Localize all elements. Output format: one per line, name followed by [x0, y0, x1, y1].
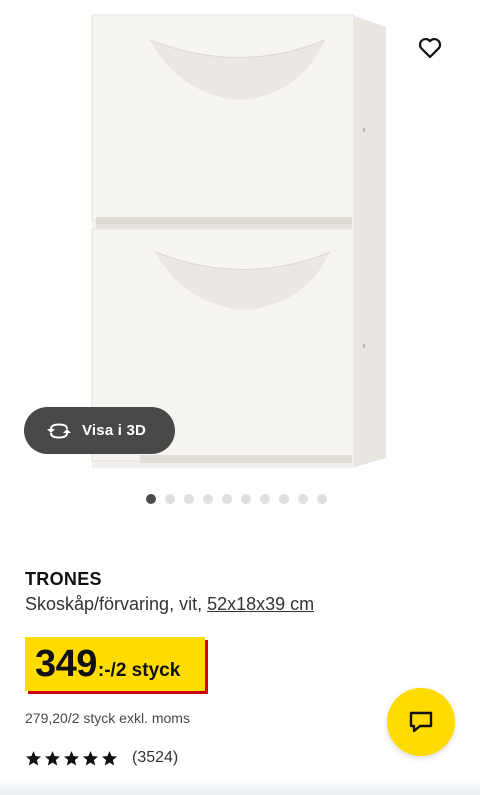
gallery-dot[interactable] — [203, 494, 213, 504]
product-description: Skoskåp/förvaring, vit, 52x18x39 cm — [25, 594, 314, 615]
gallery-dot[interactable] — [260, 494, 270, 504]
star-icon — [44, 750, 61, 765]
rotate-arrows-icon — [47, 422, 71, 439]
star-icon — [25, 750, 42, 765]
rating-stars — [25, 750, 118, 767]
product-image-area: Visa i 3D — [0, 0, 480, 480]
price-suffix: :-/2 styck — [97, 660, 181, 681]
gallery-dot[interactable] — [317, 494, 327, 504]
chat-button[interactable] — [387, 688, 455, 756]
chat-bubble-icon — [409, 711, 433, 733]
rating-summary[interactable]: (3524) — [25, 749, 178, 767]
product-page: Visa i 3D TRONES Skoskåp/förvaring, vit,… — [0, 0, 480, 795]
gallery-dot[interactable] — [165, 494, 175, 504]
price-tag: 349 :-/2 styck — [25, 637, 205, 691]
gallery-dot[interactable] — [298, 494, 308, 504]
gallery-dot[interactable] — [241, 494, 251, 504]
star-icon — [82, 750, 99, 765]
product-type-text: Skoskåp/förvaring, vit, — [25, 594, 208, 614]
gallery-dot[interactable] — [222, 494, 232, 504]
star-icon — [63, 750, 80, 765]
favorite-button[interactable] — [410, 28, 450, 68]
star-icon — [101, 750, 118, 765]
gallery-dot[interactable] — [184, 494, 194, 504]
product-name: TRONES — [25, 569, 102, 589]
price-main: 349 — [35, 643, 97, 685]
rating-count: (3524) — [132, 749, 179, 766]
product-dimensions-link[interactable]: 52x18x39 cm — [207, 594, 314, 614]
bottom-bar-shadow — [0, 779, 480, 795]
heart-outline-icon — [418, 38, 442, 59]
view-in-3d-label: Visa i 3D — [82, 422, 147, 439]
gallery-dot[interactable] — [146, 494, 156, 504]
gallery-dot[interactable] — [279, 494, 289, 504]
price-excl-vat: 279,20/2 styck exkl. moms — [25, 710, 190, 726]
view-in-3d-button[interactable]: Visa i 3D — [24, 407, 175, 454]
gallery-pagination — [146, 493, 327, 505]
